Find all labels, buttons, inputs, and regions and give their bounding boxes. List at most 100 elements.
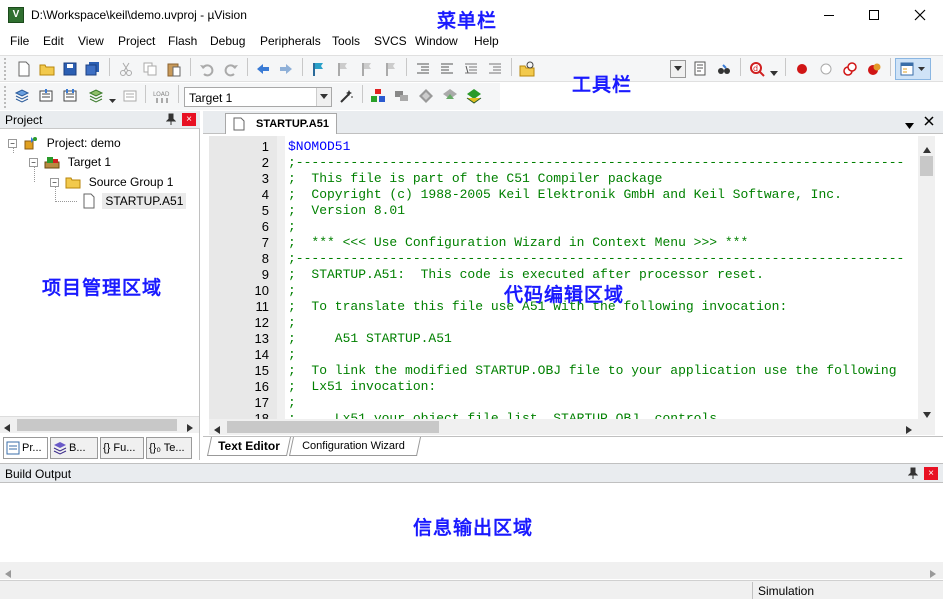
project-panel-close-button[interactable]: ×	[182, 113, 196, 126]
collapse-toggle-icon[interactable]: −	[50, 177, 59, 187]
incremental-find-button[interactable]	[690, 58, 712, 80]
software-packs-button[interactable]	[463, 85, 485, 107]
menu-peripherals[interactable]: Peripherals	[260, 34, 321, 48]
code-line[interactable]: ; *** <<< Use Configuration Wizard in Co…	[288, 235, 748, 251]
code-editor[interactable]: 1 2 3 4 5 6 7 8 9 10 11 12 13 14 15 16 17 18 $NOMOD51 ;---…	[209, 136, 918, 419]
redo-button[interactable]	[220, 58, 242, 80]
tab-functions[interactable]: {} Fu...	[100, 437, 144, 459]
code-line[interactable]: ; Version 8.01	[288, 203, 405, 219]
tab-project[interactable]: Pr...	[3, 437, 48, 459]
scroll-up-icon[interactable]	[923, 147, 931, 153]
find-button[interactable]	[713, 58, 735, 80]
insert-breakpoint-button[interactable]	[791, 58, 813, 80]
translate-button[interactable]	[11, 85, 33, 107]
menu-flash[interactable]: Flash	[168, 34, 197, 48]
unindent-button[interactable]	[436, 58, 458, 80]
nav-back-button[interactable]	[252, 58, 274, 80]
editor-vscrollbar[interactable]	[918, 136, 935, 419]
code-line[interactable]: ; Lx51 your object file list, STARTUP.OB…	[288, 411, 717, 419]
target-select[interactable]: Target 1	[184, 87, 332, 107]
code-line[interactable]: ;---------------------------------------…	[288, 155, 904, 171]
batch-build-button[interactable]	[85, 85, 107, 107]
scroll-thumb[interactable]	[920, 156, 933, 176]
select-pack-button[interactable]	[391, 85, 413, 107]
comment-button[interactable]	[460, 58, 482, 80]
scroll-left-icon[interactable]	[4, 424, 10, 432]
disable-all-breakpoints-button[interactable]	[839, 58, 861, 80]
download-button[interactable]: LOAD	[151, 85, 173, 107]
minimize-button[interactable]	[806, 0, 852, 30]
undo-button[interactable]	[196, 58, 218, 80]
copy-button[interactable]	[139, 58, 161, 80]
editor-hscrollbar[interactable]	[209, 419, 935, 435]
editor-close-button[interactable]	[924, 115, 934, 129]
new-file-button[interactable]	[13, 58, 35, 80]
save-all-button[interactable]	[82, 58, 104, 80]
collapse-toggle-icon[interactable]: −	[29, 157, 38, 167]
tab-configuration-wizard[interactable]: Configuration Wizard	[288, 437, 422, 456]
enable-breakpoint-button[interactable]	[815, 58, 837, 80]
code-line[interactable]: ;---------------------------------------…	[288, 251, 904, 267]
build-button[interactable]	[35, 85, 57, 107]
code-line[interactable]: ; A51 STARTUP.A51	[288, 331, 452, 347]
scroll-left-icon[interactable]	[214, 426, 220, 434]
save-button[interactable]	[59, 58, 81, 80]
bookmark-next-button[interactable]	[355, 58, 377, 80]
uncomment-button[interactable]	[484, 58, 506, 80]
manage-rte-button[interactable]	[439, 85, 461, 107]
scroll-right-icon[interactable]	[906, 426, 912, 434]
app-icon[interactable]: V	[8, 7, 24, 23]
close-button[interactable]	[897, 0, 943, 30]
menu-help[interactable]: Help	[474, 34, 499, 48]
build-output-hscrollbar[interactable]	[0, 562, 943, 579]
code-line[interactable]: ;	[288, 315, 296, 331]
build-output-close-button[interactable]: ×	[924, 467, 938, 480]
manage-project-items-button[interactable]	[367, 85, 389, 107]
pack-installer-button[interactable]	[415, 85, 437, 107]
menu-debug[interactable]: Debug	[210, 34, 245, 48]
menu-tools[interactable]: Tools	[332, 34, 360, 48]
find-in-files-button[interactable]	[516, 58, 538, 80]
code-line[interactable]: ;	[288, 347, 296, 363]
scroll-thumb[interactable]	[227, 421, 439, 433]
tree-item-project[interactable]: − Project: demo	[8, 135, 121, 151]
kill-all-breakpoints-button[interactable]	[863, 58, 885, 80]
tab-templates[interactable]: {}₀ Te...	[146, 437, 192, 459]
editor-tab-startup[interactable]: STARTUP.A51	[225, 113, 337, 134]
bookmark-toggle-button[interactable]	[307, 58, 329, 80]
tab-books[interactable]: B...	[50, 437, 98, 459]
indent-button[interactable]	[412, 58, 434, 80]
bookmark-prev-button[interactable]	[331, 58, 353, 80]
rebuild-button[interactable]	[59, 85, 81, 107]
bookmark-clear-button[interactable]	[379, 58, 401, 80]
open-file-button[interactable]	[36, 58, 58, 80]
menu-svcs[interactable]: SVCS	[374, 34, 407, 48]
menu-window[interactable]: Window	[415, 34, 458, 48]
code-line[interactable]: ;	[288, 219, 296, 235]
batch-build-dropdown[interactable]	[109, 93, 116, 107]
build-output-pin-icon[interactable]	[907, 467, 919, 482]
menu-file[interactable]: File	[10, 34, 29, 48]
scroll-right-icon[interactable]	[187, 424, 193, 432]
stop-build-button[interactable]	[119, 85, 141, 107]
paste-button[interactable]	[163, 58, 185, 80]
collapse-toggle-icon[interactable]: −	[8, 138, 17, 148]
project-panel-hscrollbar[interactable]	[0, 416, 199, 433]
scroll-down-icon[interactable]	[923, 412, 931, 418]
maximize-button[interactable]	[851, 0, 897, 30]
window-config-button[interactable]	[895, 58, 931, 80]
code-line[interactable]: ; This file is part of the C51 Compiler …	[288, 171, 662, 187]
menu-view[interactable]: View	[78, 34, 104, 48]
tab-text-editor[interactable]: Text Editor	[206, 437, 292, 456]
project-panel-pin-icon[interactable]	[165, 113, 177, 128]
menu-edit[interactable]: Edit	[43, 34, 64, 48]
cut-button[interactable]	[115, 58, 137, 80]
code-line[interactable]: ; Copyright (c) 1988-2005 Keil Elektroni…	[288, 187, 842, 203]
nav-forward-button[interactable]	[275, 58, 297, 80]
tree-item-target[interactable]: − Target 1	[29, 154, 111, 170]
scroll-left-icon[interactable]	[5, 570, 11, 578]
target-options-button[interactable]	[336, 85, 358, 107]
scroll-right-icon[interactable]	[930, 570, 936, 578]
editor-tabs-dropdown[interactable]	[905, 118, 914, 132]
tree-item-file[interactable]: STARTUP.A51	[81, 193, 187, 209]
